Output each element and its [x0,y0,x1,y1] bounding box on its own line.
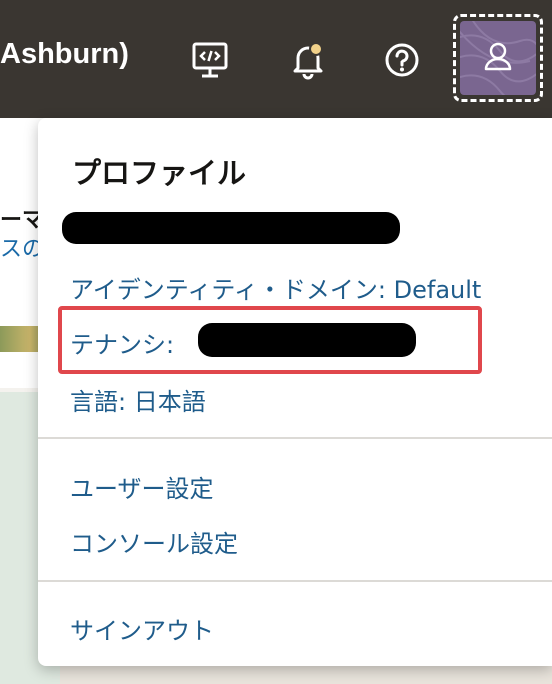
developer-tools-icon[interactable] [188,38,232,82]
redacted-tenancy [198,323,416,357]
sign-out-link[interactable]: サインアウト [70,611,214,646]
profile-menu: プロファイル アイデンティティ・ドメイン: Default テナンシ: 言語: … [38,118,552,666]
top-bar: Ashburn) [0,0,552,118]
tenancy-link[interactable]: テナンシ: [70,325,174,360]
menu-divider [38,437,552,439]
region-selector[interactable]: Ashburn) [0,38,129,71]
identity-domain-link[interactable]: アイデンティティ・ドメイン: Default [70,270,481,305]
user-settings-link[interactable]: ユーザー設定 [70,469,214,504]
user-icon [484,42,512,71]
help-icon[interactable] [380,38,424,82]
language-link[interactable]: 言語: 日本語 [70,382,206,417]
notification-dot [309,42,323,56]
menu-divider [38,580,552,582]
avatar [460,21,536,95]
bell-icon[interactable] [286,38,330,82]
console-settings-link[interactable]: コンソール設定 [70,524,238,559]
background-footer [60,666,552,684]
profile-menu-title: プロファイル [72,156,247,190]
profile-button[interactable] [453,14,543,102]
redacted-username [62,212,400,244]
